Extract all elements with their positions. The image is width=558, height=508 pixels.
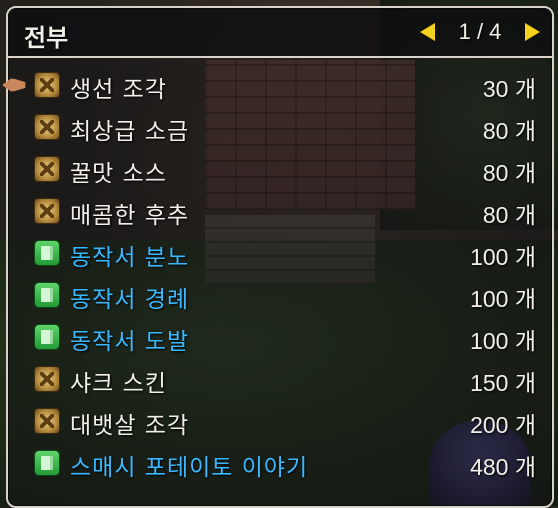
book-icon [34,282,60,308]
item-name: 스매시 포테이토 이야기 [70,455,309,481]
material-icon [34,366,60,392]
list-item[interactable]: 매콤한 후추 80 개 [8,190,552,232]
next-page-arrow-icon[interactable] [525,23,540,41]
list-item[interactable]: 샤크 스킨 150 개 [8,358,552,400]
item-name: 동작서 도발 [70,329,190,355]
list-item[interactable]: 동작서 분노 100 개 [8,232,552,274]
book-icon [34,450,60,476]
list-item[interactable]: 스매시 포테이토 이야기 480 개 [8,442,552,484]
item-price: 30 개 [482,76,536,102]
material-icon [34,156,60,182]
prev-page-arrow-icon[interactable] [420,23,435,41]
material-icon [34,408,60,434]
item-name: 동작서 분노 [70,245,190,271]
item-name: 꿀맛 소스 [70,161,167,187]
material-icon [34,114,60,140]
list-item[interactable]: 대뱃살 조각 200 개 [8,400,552,442]
item-name: 샤크 스킨 [70,371,167,397]
item-name: 최상급 소금 [70,119,190,145]
shop-panel: 전부 1 / 4 생선 조각 30 개 최상급 소금 80 개 꿀맛 소스 80… [2,6,554,508]
panel-header: 전부 1 / 4 [8,8,552,58]
pagination: 1 / 4 [420,18,540,46]
list-item[interactable]: 생선 조각 30 개 [2,64,552,106]
material-icon [34,72,60,98]
category-title[interactable]: 전부 [24,18,68,53]
item-price: 100 개 [470,244,536,270]
material-icon [34,198,60,224]
item-list: 생선 조각 30 개 최상급 소금 80 개 꿀맛 소스 80 개 매콤한 후추… [2,64,552,484]
item-price: 200 개 [470,412,536,438]
item-price: 100 개 [470,328,536,354]
item-price: 150 개 [470,370,536,396]
item-price: 100 개 [470,286,536,312]
item-name: 매콤한 후추 [70,203,190,229]
list-item[interactable]: 동작서 도발 100 개 [8,316,552,358]
list-item[interactable]: 동작서 경례 100 개 [8,274,552,316]
selection-cursor-icon [2,78,26,92]
list-item[interactable]: 최상급 소금 80 개 [8,106,552,148]
book-icon [34,324,60,350]
item-price: 80 개 [482,160,536,186]
item-name: 생선 조각 [70,77,167,103]
list-item[interactable]: 꿀맛 소스 80 개 [8,148,552,190]
page-indicator: 1 / 4 [458,19,502,44]
item-name: 대뱃살 조각 [70,413,190,439]
item-price: 80 개 [482,118,536,144]
item-price: 80 개 [482,202,536,228]
item-name: 동작서 경례 [70,287,190,313]
item-price: 480 개 [470,454,536,480]
book-icon [34,240,60,266]
